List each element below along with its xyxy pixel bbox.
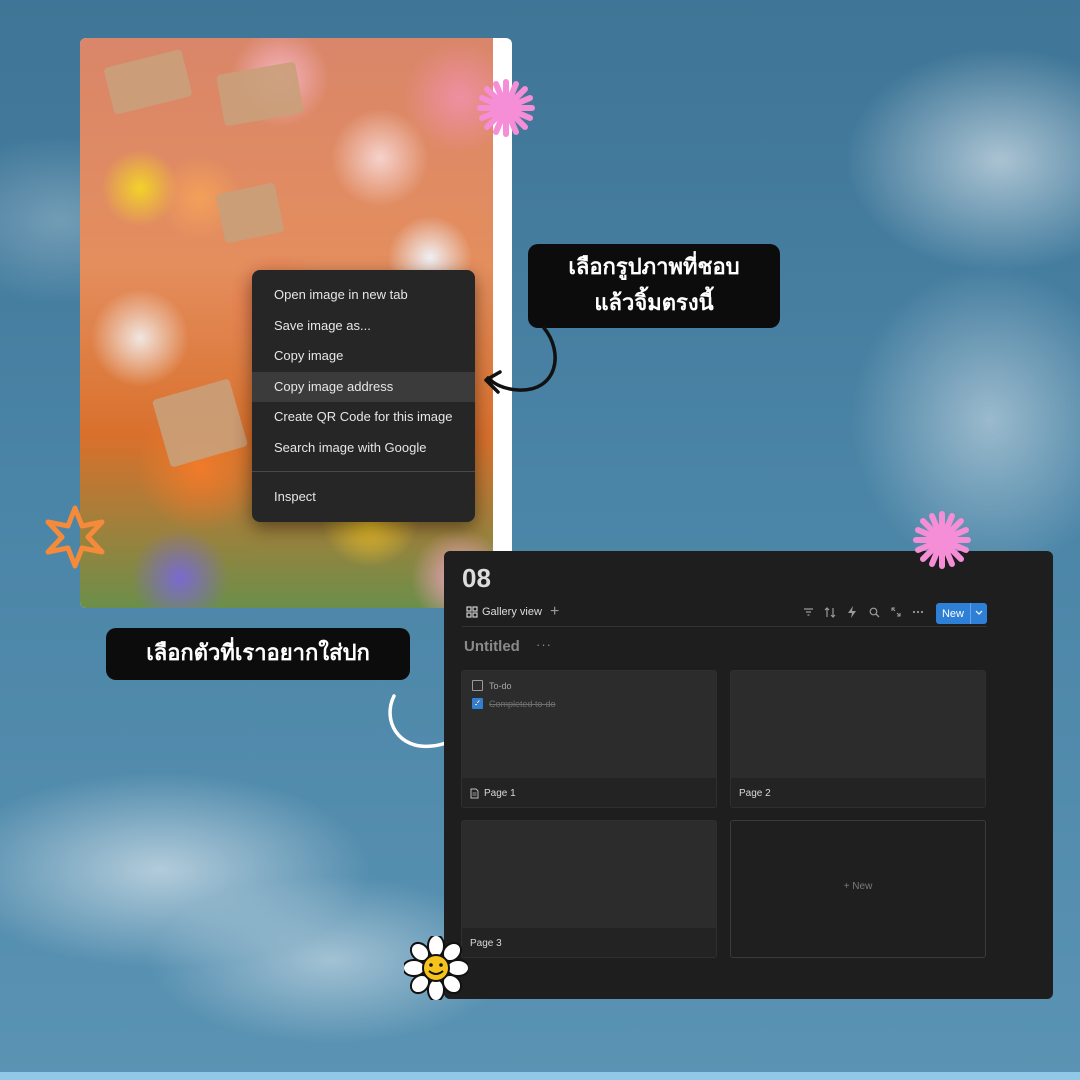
price-tag-shape	[216, 61, 304, 127]
card-footer: Page 1	[462, 778, 716, 807]
page-document-icon	[470, 788, 479, 799]
price-tag-shape	[151, 378, 249, 468]
new-button-label: New	[941, 607, 964, 620]
chevron-down-icon[interactable]	[970, 603, 987, 624]
gallery-new-card-button[interactable]: + New	[730, 820, 986, 958]
checked-checkbox-icon[interactable]: ✓	[472, 698, 483, 709]
card-footer: Page 3	[462, 928, 716, 957]
menu-item-inspect[interactable]: Inspect	[252, 482, 475, 513]
menu-item-copy-image-address[interactable]: Copy image address	[252, 371, 475, 402]
page-title: 08	[462, 563, 491, 593]
callout-select-image-line1: เลือกรูปภาพที่ชอบ	[568, 255, 740, 280]
menu-separator	[252, 471, 475, 472]
price-tag-shape	[215, 182, 285, 244]
card-title-text: Page 1	[484, 788, 516, 799]
card-title-text: Page 3	[470, 938, 502, 949]
tab-gallery-view-label: Gallery view	[482, 606, 542, 618]
menu-item-copy-image[interactable]: Copy image	[252, 341, 475, 372]
smiley-daisy-icon	[404, 936, 468, 1000]
database-title[interactable]: Untitled	[464, 638, 520, 655]
view-bar: Gallery view + New	[462, 603, 987, 627]
context-menu: Open image in new tab Save image as... C…	[252, 270, 475, 522]
todo-text: To-do	[489, 680, 512, 691]
new-card-label: + New	[843, 881, 873, 892]
card-cover	[731, 671, 985, 778]
pink-asterisk-flower-icon	[913, 511, 971, 569]
menu-item-search-image-google[interactable]: Search image with Google	[252, 433, 475, 464]
database-more-button[interactable]: ···	[536, 637, 552, 652]
price-tag-shape	[103, 49, 193, 115]
card-title: Page 2	[739, 788, 771, 799]
sort-icon[interactable]	[824, 605, 836, 619]
new-button[interactable]: New	[936, 603, 987, 624]
toolbar-icons	[802, 605, 924, 619]
add-view-button[interactable]: +	[550, 603, 559, 621]
search-icon[interactable]	[868, 605, 880, 619]
callout-select-cover: เลือกตัวที่เราอยากใส่ปก	[106, 628, 410, 680]
callout-select-image: เลือกรูปภาพที่ชอบ แล้วจิ้มตรงนี้	[528, 244, 780, 328]
checkbox-icon[interactable]	[472, 680, 483, 691]
card-title: Page 3	[470, 938, 502, 949]
todo-text: Completed to-do	[489, 698, 556, 709]
menu-item-create-qr-code[interactable]: Create QR Code for this image	[252, 402, 475, 433]
todo-item-completed: ✓ Completed to-do	[472, 698, 556, 709]
more-options-icon[interactable]	[912, 605, 924, 619]
pink-asterisk-flower-icon	[477, 79, 535, 137]
automation-lightning-icon[interactable]	[846, 605, 858, 619]
card-title: Page 1	[470, 788, 516, 799]
todo-item: To-do	[472, 680, 512, 691]
card-footer: Page 2	[731, 778, 985, 807]
gallery-card-page-1[interactable]: To-do ✓ Completed to-do Page 1	[461, 670, 717, 808]
menu-item-open-image-new-tab[interactable]: Open image in new tab	[252, 280, 475, 311]
notion-gallery-panel: 08 Gallery view + New Untitled ··· To-do…	[444, 551, 1053, 999]
bottom-strip	[0, 1072, 1080, 1080]
card-cover	[462, 821, 716, 928]
menu-item-save-image-as[interactable]: Save image as...	[252, 311, 475, 342]
card-cover: To-do ✓ Completed to-do	[462, 671, 716, 778]
gallery-card-page-3[interactable]: Page 3	[461, 820, 717, 958]
expand-arrows-icon[interactable]	[890, 605, 902, 619]
callout-select-image-line2: แล้วจิ้มตรงนี้	[594, 291, 714, 316]
curved-arrow-icon	[484, 326, 557, 394]
gallery-grid-icon	[466, 606, 478, 618]
tab-gallery-view[interactable]: Gallery view	[466, 606, 542, 618]
card-title-text: Page 2	[739, 788, 771, 799]
orange-star-flower-icon	[45, 505, 105, 569]
filter-icon[interactable]	[802, 605, 814, 619]
gallery-card-page-2[interactable]: Page 2	[730, 670, 986, 808]
